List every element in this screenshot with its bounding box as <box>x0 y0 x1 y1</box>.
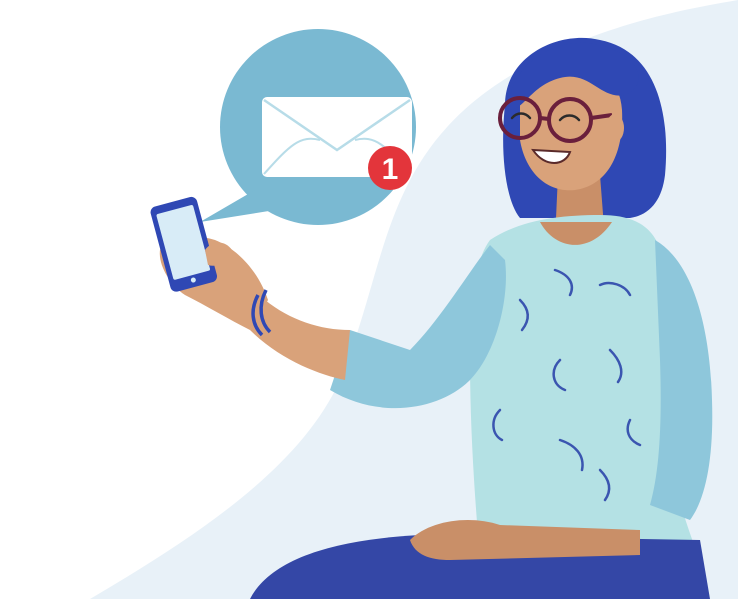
illustration-scene: 1 <box>90 0 738 599</box>
notification-count: 1 <box>382 153 399 186</box>
phone-icon <box>150 196 217 292</box>
notification-badge: 1 <box>368 146 412 190</box>
forearm <box>250 300 350 380</box>
ear <box>606 114 624 142</box>
